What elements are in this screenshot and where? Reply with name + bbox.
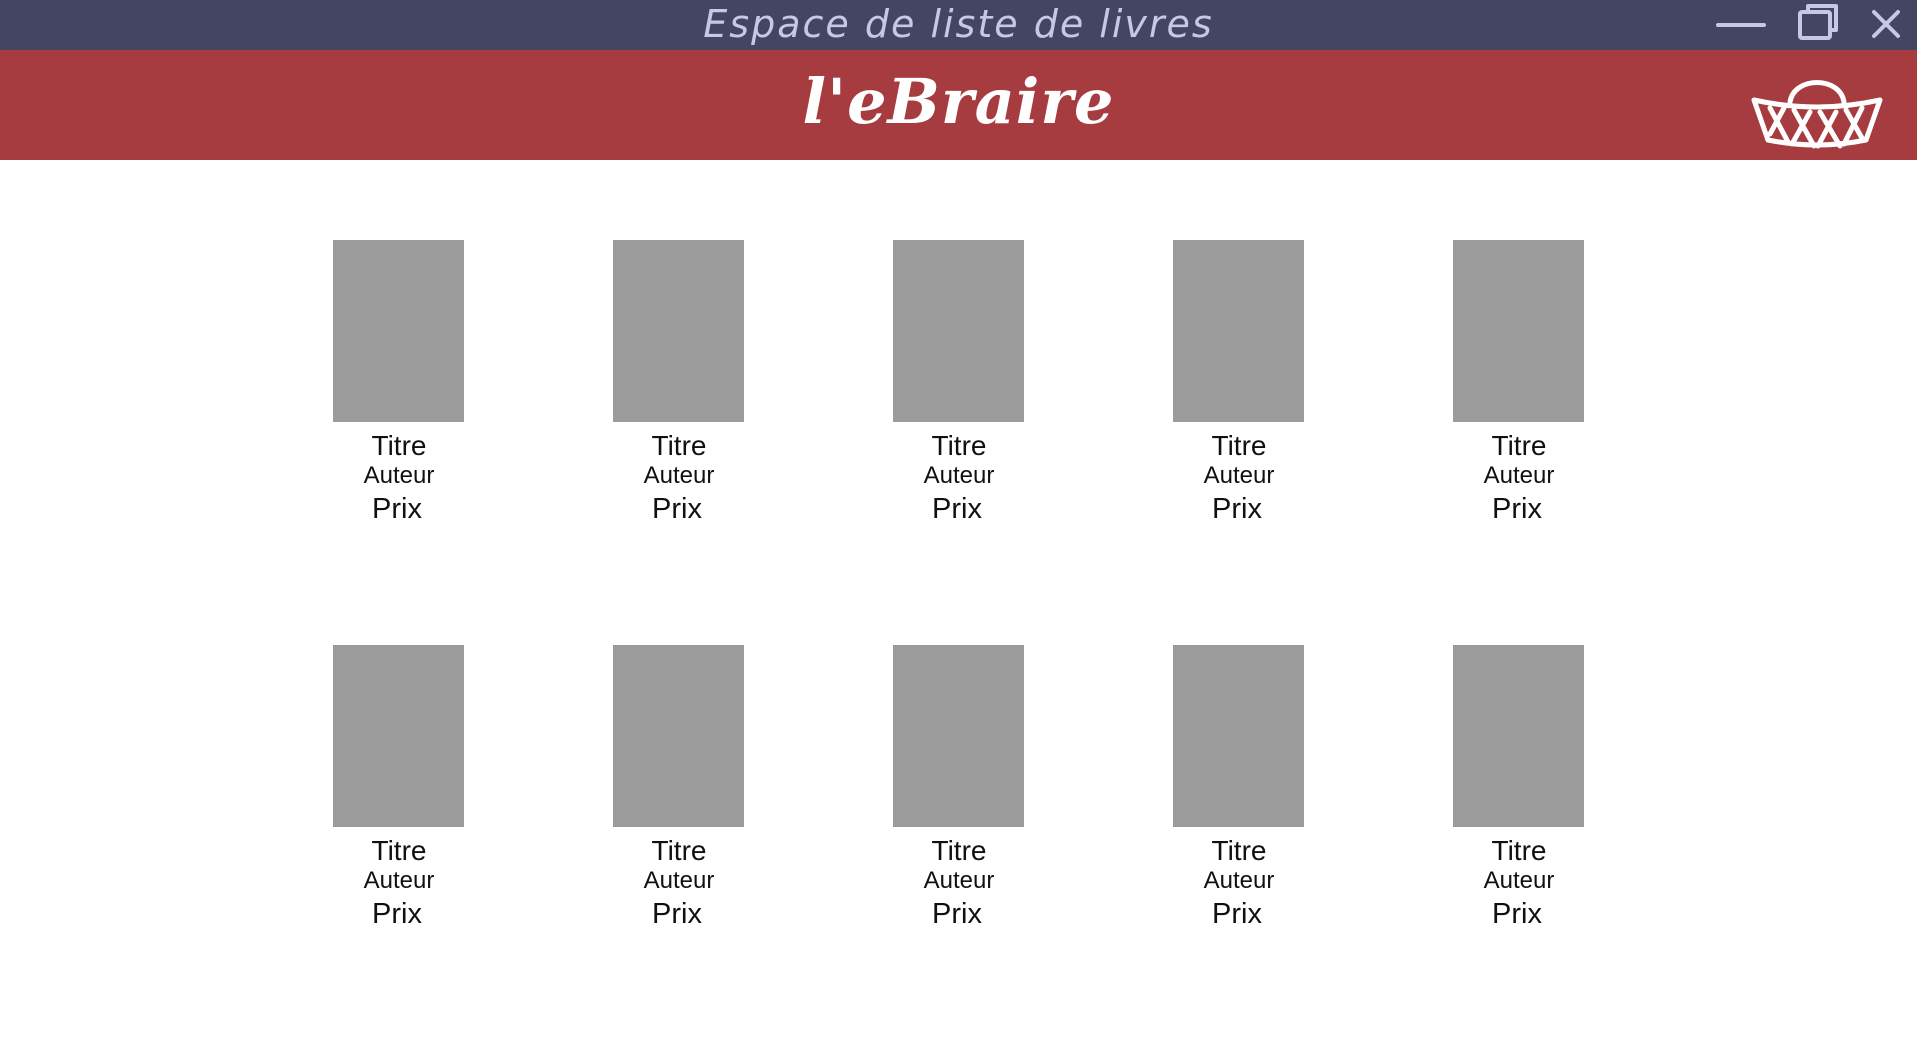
book-card[interactable]: Titre Auteur Prix <box>296 645 476 945</box>
site-header: l'eBraire <box>0 50 1917 160</box>
minimize-button[interactable] <box>1712 0 1770 50</box>
book-author: Auteur <box>643 867 715 894</box>
book-cover-image[interactable] <box>613 645 744 827</box>
book-cover-image[interactable] <box>1173 645 1304 827</box>
book-author: Auteur <box>923 462 995 489</box>
book-author: Auteur <box>1203 867 1275 894</box>
book-cover-image[interactable] <box>893 240 1024 422</box>
book-cover-image[interactable] <box>333 240 464 422</box>
book-price: Prix <box>1212 898 1262 930</box>
book-price: Prix <box>932 898 982 930</box>
book-card[interactable]: Titre Auteur Prix <box>1136 645 1316 945</box>
book-price: Prix <box>1492 898 1542 930</box>
book-title: Titre <box>1491 835 1547 866</box>
book-author: Auteur <box>363 462 435 489</box>
book-title: Titre <box>651 430 707 461</box>
book-author: Auteur <box>1483 462 1555 489</box>
book-author: Auteur <box>923 867 995 894</box>
book-card[interactable]: Titre Auteur Prix <box>576 645 756 945</box>
book-card[interactable]: Titre Auteur Prix <box>856 645 1036 945</box>
book-cover-image[interactable] <box>1453 645 1584 827</box>
restore-icon <box>1798 4 1838 40</box>
logo[interactable]: l'eBraire <box>0 50 1917 160</box>
book-card[interactable]: Titre Auteur Prix <box>856 240 1036 540</box>
book-card[interactable]: Titre Auteur Prix <box>1416 240 1596 540</box>
book-title: Titre <box>931 430 987 461</box>
window-titlebar: Espace de liste de livres <box>0 0 1917 50</box>
book-price: Prix <box>652 898 702 930</box>
book-author: Auteur <box>1203 462 1275 489</box>
book-title: Titre <box>931 835 987 866</box>
minimize-icon <box>1716 23 1766 27</box>
window-title: Espace de liste de livres <box>703 2 1214 46</box>
book-card[interactable]: Titre Auteur Prix <box>576 240 756 540</box>
book-price: Prix <box>372 493 422 525</box>
book-title: Titre <box>1211 835 1267 866</box>
book-card[interactable]: Titre Auteur Prix <box>296 240 476 540</box>
book-title: Titre <box>651 835 707 866</box>
book-grid: Titre Auteur Prix Titre Auteur Prix Titre Auteu… <box>0 160 1917 1040</box>
book-cover-image[interactable] <box>613 240 744 422</box>
restore-button[interactable] <box>1790 0 1848 50</box>
book-price: Prix <box>932 493 982 525</box>
book-cover-image[interactable] <box>893 645 1024 827</box>
book-price: Prix <box>1492 493 1542 525</box>
book-card[interactable]: Titre Auteur Prix <box>1136 240 1316 540</box>
book-cover-image[interactable] <box>1173 240 1304 422</box>
book-title: Titre <box>371 430 427 461</box>
book-author: Auteur <box>1483 867 1555 894</box>
close-icon <box>1872 10 1900 38</box>
book-cover-image[interactable] <box>1453 240 1584 422</box>
book-price: Prix <box>372 898 422 930</box>
book-price: Prix <box>652 493 702 525</box>
book-author: Auteur <box>363 867 435 894</box>
basket-button[interactable] <box>1748 68 1886 152</box>
book-title: Titre <box>1491 430 1547 461</box>
book-card[interactable]: Titre Auteur Prix <box>1416 645 1596 945</box>
book-author: Auteur <box>643 462 715 489</box>
close-button[interactable] <box>1862 0 1910 50</box>
book-title: Titre <box>371 835 427 866</box>
book-cover-image[interactable] <box>333 645 464 827</box>
book-price: Prix <box>1212 493 1262 525</box>
book-title: Titre <box>1211 430 1267 461</box>
basket-icon <box>1751 80 1883 149</box>
